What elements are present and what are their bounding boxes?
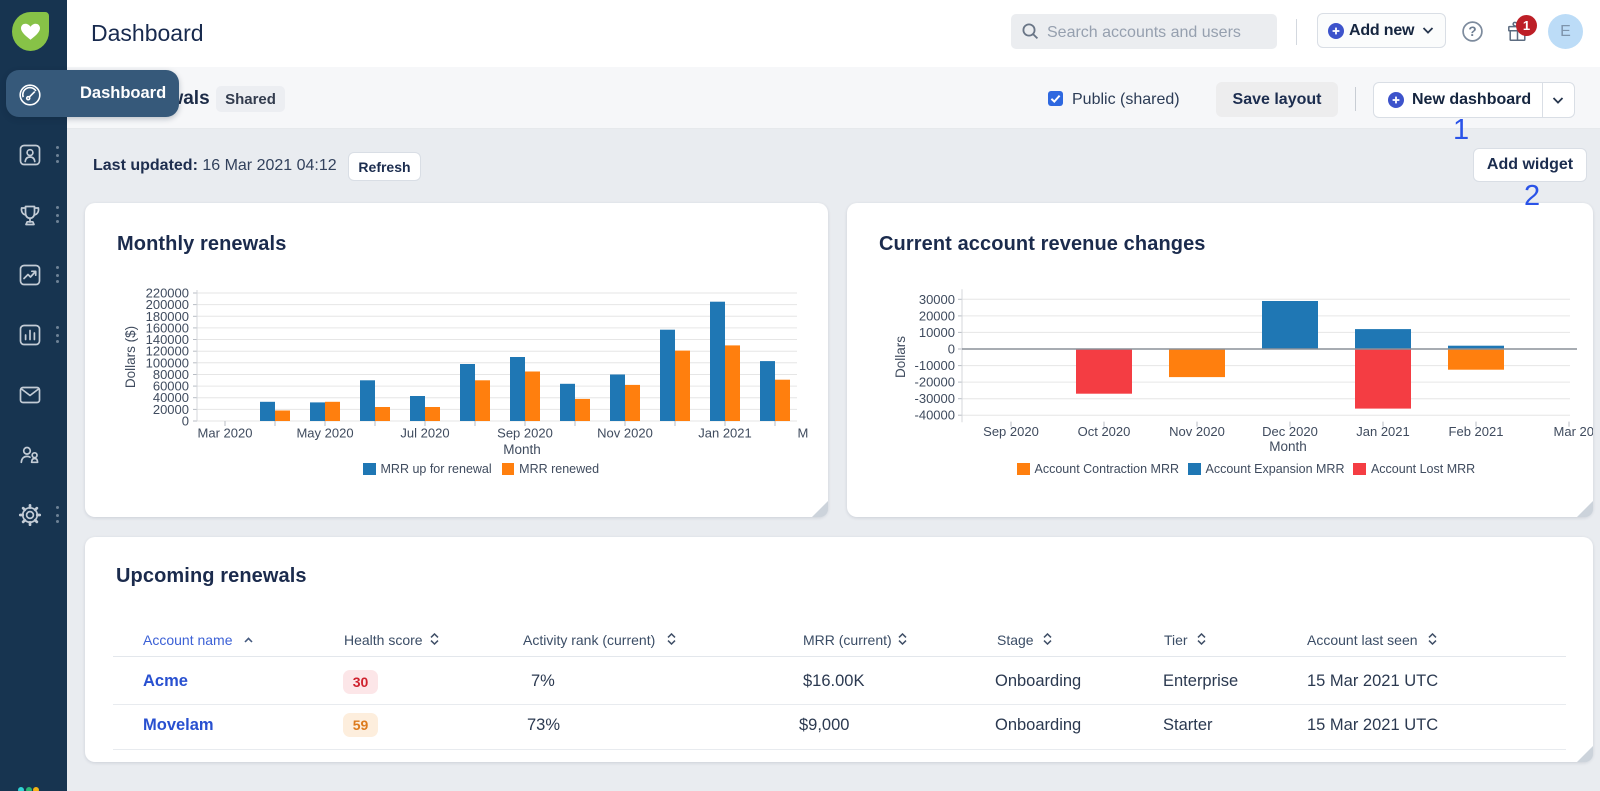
svg-text:220000: 220000: [146, 286, 189, 301]
svg-text:Mar 2021: Mar 2021: [1554, 424, 1593, 439]
svg-text:30000: 30000: [919, 292, 955, 307]
svg-text:Sep 2020: Sep 2020: [497, 426, 553, 441]
svg-text:-20000: -20000: [915, 375, 955, 390]
svg-text:Oct 2020: Oct 2020: [1078, 424, 1131, 439]
svg-text:-30000: -30000: [915, 391, 955, 406]
svg-text:Sep 2020: Sep 2020: [983, 424, 1039, 439]
svg-text:Jul 2020: Jul 2020: [400, 426, 449, 441]
svg-text:Mar 2020: Mar 2020: [198, 426, 253, 441]
svg-text:Feb 2021: Feb 2021: [1449, 424, 1504, 439]
svg-text:Jan 2021: Jan 2021: [698, 426, 752, 441]
svg-text:10000: 10000: [919, 325, 955, 340]
svg-text:20000: 20000: [919, 308, 955, 323]
svg-text:Dec 2020: Dec 2020: [1262, 424, 1318, 439]
svg-text:May 2020: May 2020: [296, 426, 353, 441]
svg-text:Dollars ($): Dollars ($): [123, 326, 138, 388]
svg-text:-40000: -40000: [915, 408, 955, 423]
svg-text:Nov 2020: Nov 2020: [597, 426, 653, 441]
svg-text:Month: Month: [503, 442, 541, 457]
svg-text:Mar 2021: Mar 2021: [798, 426, 809, 441]
svg-text:Dollars: Dollars: [893, 336, 908, 378]
svg-text:-10000: -10000: [915, 358, 955, 373]
svg-text:Month: Month: [1269, 439, 1307, 454]
svg-text:Jan 2021: Jan 2021: [1356, 424, 1410, 439]
svg-text:?: ?: [1468, 24, 1476, 39]
svg-text:0: 0: [948, 342, 955, 357]
svg-text:Nov 2020: Nov 2020: [1169, 424, 1225, 439]
